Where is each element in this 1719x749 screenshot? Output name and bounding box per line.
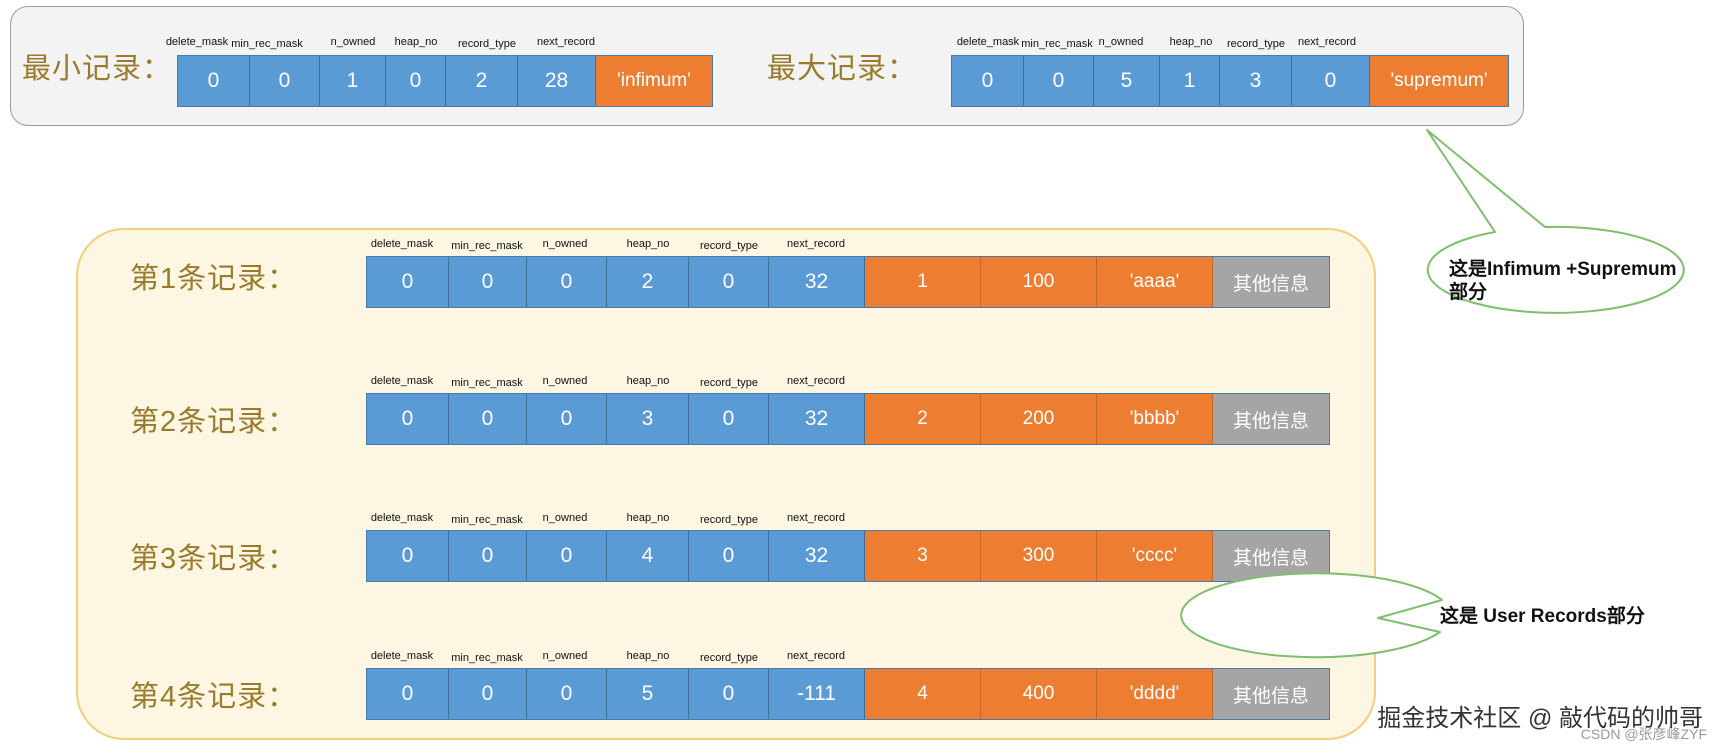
callouts-layer [1180, 129, 1685, 659]
user-records-callout-shape [1180, 572, 1443, 659]
infimum-supremum-callout-text-2: 部分 [1449, 282, 1488, 303]
infimum-supremum-callout-text-1: 这是Infimum +Supremum [1449, 259, 1677, 280]
watermark-sub: CSDN @张彦峰ZYF [1580, 726, 1707, 742]
user-records-callout-text: 这是 User Records部分 [1440, 606, 1645, 627]
